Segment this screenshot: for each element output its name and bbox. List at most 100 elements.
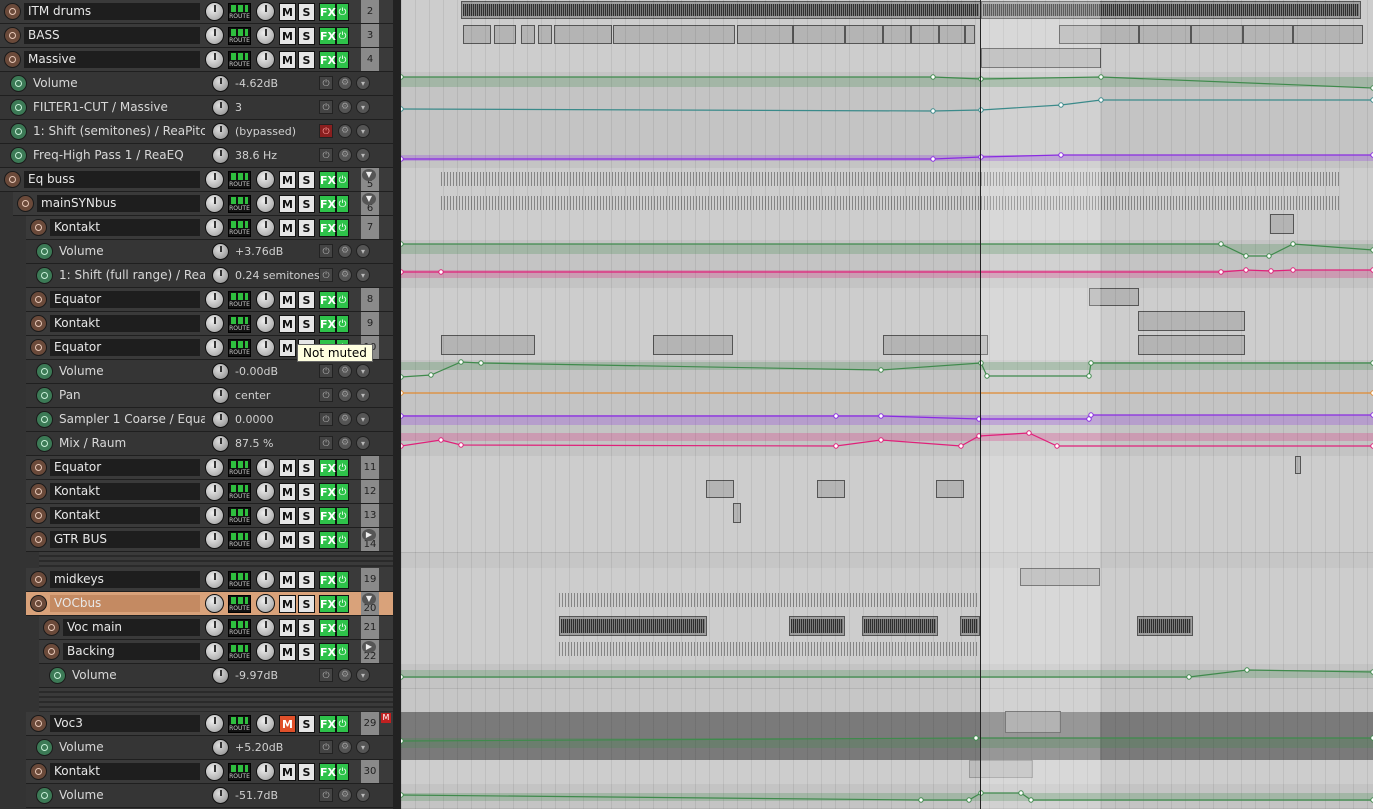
track-number[interactable]: 30 bbox=[361, 760, 379, 783]
envelope-settings-icon[interactable]: ⚙ bbox=[338, 124, 352, 138]
fx-bypass-button[interactable]: ⏻ bbox=[336, 595, 349, 613]
envelope-icon[interactable] bbox=[10, 99, 27, 116]
envelope-dropdown-icon[interactable]: ▾ bbox=[356, 668, 370, 682]
track-name[interactable]: BASS bbox=[24, 27, 200, 44]
envelope-value-knob[interactable] bbox=[212, 787, 229, 804]
envelope-point[interactable] bbox=[1088, 360, 1094, 366]
envelope-settings-icon[interactable]: ⚙ bbox=[338, 740, 352, 754]
pan-knob[interactable] bbox=[256, 26, 275, 45]
track-number[interactable]: 12 bbox=[361, 480, 379, 503]
track-name[interactable]: GTR BUS bbox=[50, 531, 200, 548]
volume-knob[interactable] bbox=[205, 50, 224, 69]
envelope-bypass-button[interactable]: ⏻ bbox=[319, 788, 333, 802]
track-row-t22[interactable]: Backing ROUTE M S FX ⏻ 22 ▶ bbox=[39, 640, 393, 664]
envelope-icon[interactable] bbox=[10, 75, 27, 92]
envelope-dropdown-icon[interactable]: ▾ bbox=[356, 436, 370, 450]
envelope-row-e10b[interactable]: Pan center ⏻ ⚙ ▾ bbox=[26, 384, 393, 408]
pan-knob[interactable] bbox=[256, 170, 275, 189]
envelope-value-knob[interactable] bbox=[212, 387, 229, 404]
envelope-dropdown-icon[interactable]: ▾ bbox=[356, 148, 370, 162]
envelope-row-e30a[interactable]: Volume -51.7dB ⏻ ⚙ ▾ bbox=[26, 784, 393, 808]
envelope-value-knob[interactable] bbox=[212, 99, 229, 116]
fx-button[interactable]: FX bbox=[319, 643, 336, 661]
track-name[interactable]: Massive bbox=[24, 51, 200, 68]
envelope-point[interactable] bbox=[918, 797, 924, 803]
track-name[interactable]: Kontakt bbox=[50, 507, 200, 524]
record-arm-button[interactable] bbox=[30, 315, 47, 332]
fx-bypass-button[interactable]: ⏻ bbox=[336, 507, 349, 525]
fx-bypass-button[interactable]: ⏻ bbox=[336, 531, 349, 549]
volume-knob[interactable] bbox=[205, 714, 224, 733]
mute-button[interactable]: M bbox=[279, 315, 296, 333]
solo-button[interactable]: S bbox=[298, 763, 315, 781]
track-number[interactable]: 2 bbox=[361, 0, 379, 23]
track-name[interactable]: Equator bbox=[50, 459, 200, 476]
track-name[interactable]: VOCbus bbox=[50, 595, 200, 612]
envelope-point[interactable] bbox=[878, 437, 884, 443]
envelope-point[interactable] bbox=[401, 390, 404, 396]
envelope-point[interactable] bbox=[1243, 253, 1249, 259]
envelope-point[interactable] bbox=[930, 74, 936, 80]
fx-button[interactable]: FX bbox=[319, 595, 336, 613]
record-arm-button[interactable] bbox=[30, 483, 47, 500]
envelope-point[interactable] bbox=[1058, 152, 1064, 158]
envelope-value-knob[interactable] bbox=[212, 667, 229, 684]
filter-envelope[interactable] bbox=[401, 99, 1373, 112]
envelope-settings-icon[interactable]: ⚙ bbox=[338, 668, 352, 682]
envelope-bypass-button[interactable]: ⏻ bbox=[319, 244, 333, 258]
envelope-icon[interactable] bbox=[49, 667, 66, 684]
solo-button[interactable]: S bbox=[298, 531, 315, 549]
envelope-row-e4a[interactable]: Volume -4.62dB ⏻ ⚙ ▾ bbox=[0, 72, 393, 96]
envelope-point[interactable] bbox=[1218, 269, 1224, 275]
pan-knob[interactable] bbox=[256, 570, 275, 589]
volume-knob[interactable] bbox=[205, 338, 224, 357]
envelope-settings-icon[interactable]: ⚙ bbox=[338, 436, 352, 450]
solo-button[interactable]: S bbox=[298, 715, 315, 733]
pan-knob[interactable] bbox=[256, 194, 275, 213]
volume-knob[interactable] bbox=[205, 2, 224, 21]
envelope-point[interactable] bbox=[1088, 412, 1094, 418]
pan-knob[interactable] bbox=[256, 530, 275, 549]
envelope-value-knob[interactable] bbox=[212, 435, 229, 452]
fx-button[interactable]: FX bbox=[319, 483, 336, 501]
pan-knob[interactable] bbox=[256, 618, 275, 637]
volume-knob[interactable] bbox=[205, 314, 224, 333]
envelope-point[interactable] bbox=[1086, 373, 1092, 379]
solo-button[interactable]: S bbox=[298, 571, 315, 589]
track-meter[interactable]: ROUTE bbox=[228, 3, 251, 21]
track-meter[interactable]: ROUTE bbox=[228, 315, 251, 333]
fx-button[interactable]: FX bbox=[319, 291, 336, 309]
envelope-point[interactable] bbox=[458, 359, 464, 365]
mute-button[interactable]: M bbox=[279, 171, 296, 189]
fx-button[interactable]: FX bbox=[319, 27, 336, 45]
volume-knob[interactable] bbox=[205, 290, 224, 309]
track-meter[interactable]: ROUTE bbox=[228, 51, 251, 69]
envelope-point[interactable] bbox=[438, 269, 444, 275]
volume-knob[interactable] bbox=[205, 530, 224, 549]
track-row-t20[interactable]: VOCbus ROUTE M S FX ⏻ 20 ▼ bbox=[26, 592, 393, 616]
envelope-settings-icon[interactable]: ⚙ bbox=[338, 364, 352, 378]
envelope-row-e10d[interactable]: Mix / Raum 87.5 % ⏻ ⚙ ▾ bbox=[26, 432, 393, 456]
track-meter[interactable]: ROUTE bbox=[228, 291, 251, 309]
solo-button[interactable]: S bbox=[298, 171, 315, 189]
mute-button[interactable]: M bbox=[279, 595, 296, 613]
record-arm-button[interactable] bbox=[30, 763, 47, 780]
track-number[interactable]: 3 bbox=[361, 24, 379, 47]
track-meter[interactable]: ROUTE bbox=[228, 171, 251, 189]
fx-bypass-button[interactable]: ⏻ bbox=[336, 483, 349, 501]
envelope-dropdown-icon[interactable]: ▾ bbox=[356, 388, 370, 402]
envelope-dropdown-icon[interactable]: ▾ bbox=[356, 364, 370, 378]
envelope-icon[interactable] bbox=[36, 267, 53, 284]
volume-knob[interactable] bbox=[205, 570, 224, 589]
track-name[interactable]: Equator bbox=[50, 291, 200, 308]
track-row-t11[interactable]: Equator ROUTE M S FX ⏻ 11 bbox=[26, 456, 393, 480]
fx-bypass-button[interactable]: ⏻ bbox=[336, 459, 349, 477]
pan-knob[interactable] bbox=[256, 458, 275, 477]
record-arm-button[interactable] bbox=[43, 643, 60, 660]
fx-bypass-button[interactable]: ⏻ bbox=[336, 51, 349, 69]
fx-bypass-button[interactable]: ⏻ bbox=[336, 315, 349, 333]
envelope-point[interactable] bbox=[1268, 268, 1274, 274]
envelope-point[interactable] bbox=[401, 738, 404, 744]
envelope-icon[interactable] bbox=[36, 243, 53, 260]
track-name[interactable]: ITM drums bbox=[24, 3, 200, 20]
